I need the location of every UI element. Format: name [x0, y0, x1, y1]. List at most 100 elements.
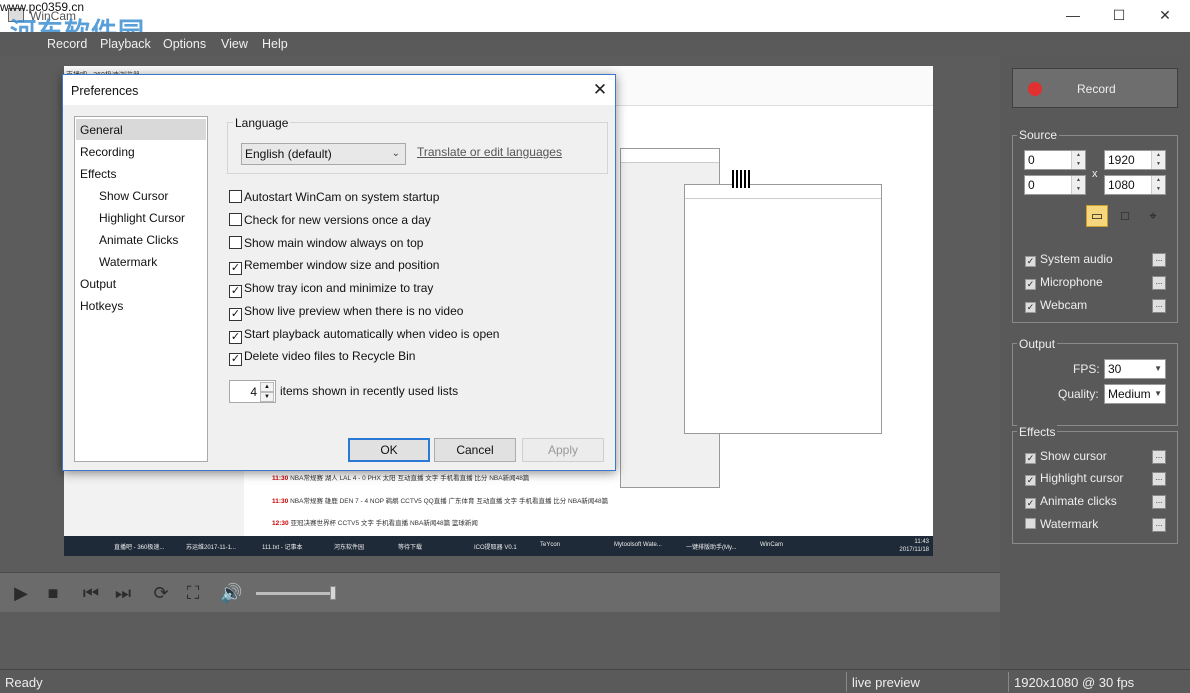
checkbox-box: ✓ — [229, 331, 242, 344]
status-text: Ready — [5, 675, 43, 690]
stop-icon[interactable]: ■ — [42, 582, 64, 604]
translate-link[interactable]: Translate or edit languages — [417, 145, 562, 159]
microphone-checkbox[interactable]: ✓ Microphone — [1025, 275, 1103, 290]
language-select[interactable]: English (default) ⌄ — [241, 143, 406, 165]
close-button[interactable]: ✕ — [1142, 4, 1188, 28]
watermark-url: www.pc0359.cn — [0, 0, 85, 14]
preview-task: 河东软件园 — [334, 545, 365, 551]
recent-count-stepper[interactable]: 4 ▲ ▼ — [229, 380, 276, 403]
spin-icon[interactable]: ▲ ▼ — [1151, 176, 1165, 194]
record-label: Record — [1077, 82, 1116, 96]
checkbox-remember-size[interactable]: ✓ Remember window size and position — [229, 258, 439, 275]
checkbox-box: ✓ — [1025, 475, 1036, 486]
nav-effects[interactable]: Effects — [80, 167, 116, 181]
highlight-cursor-checkbox[interactable]: ✓ Highlight cursor — [1025, 471, 1123, 486]
checkbox-tray-icon[interactable]: ✓ Show tray icon and minimize to tray — [229, 281, 433, 298]
animate-clicks-settings-button[interactable]: ... — [1152, 495, 1166, 509]
menu-options[interactable]: Options — [163, 37, 206, 51]
volume-slider[interactable] — [256, 592, 336, 595]
recent-count-label: items shown in recently used lists — [280, 384, 459, 398]
status-divider — [1008, 672, 1009, 692]
preview-task: 111.txt - 记事本 — [262, 545, 303, 551]
source-height-input[interactable]: 1080 ▲ ▼ — [1104, 175, 1166, 195]
source-y-input[interactable]: 0 ▲ ▼ — [1024, 175, 1086, 195]
quality-select[interactable]: Medium ▼ — [1104, 384, 1166, 404]
stepper-down-icon[interactable]: ▼ — [260, 392, 274, 402]
nav-watermark[interactable]: Watermark — [99, 255, 157, 269]
checkbox-box: ✓ — [1025, 256, 1036, 267]
loop-icon[interactable]: ⟳ — [150, 582, 172, 604]
spin-icon[interactable]: ▲ ▼ — [1151, 151, 1165, 169]
checkbox-live-preview[interactable]: ✓ Show live preview when there is no vide… — [229, 304, 463, 321]
checkbox-box: ✓ — [1025, 498, 1036, 509]
fullscreen-source-icon[interactable]: ▭ — [1086, 205, 1108, 227]
checkbox-autostart[interactable]: Autostart WinCam on system startup — [229, 190, 439, 204]
status-preview-mode: live preview — [852, 675, 920, 690]
preview-clock: 11:43 2017/11/18 — [899, 539, 929, 553]
preview-row: 12:30 亚冠决赛世界杯 CCTV5 文字 手机看直播 NBA新闻48篇 篮球… — [272, 520, 478, 527]
preview-taskbar: 直播吧 - 360极速... 苏运维2017-11-1... 111.txt -… — [64, 536, 933, 556]
volume-slider-handle[interactable] — [330, 586, 336, 600]
fps-select[interactable]: 30 ▼ — [1104, 359, 1166, 379]
nav-general[interactable]: General — [80, 123, 123, 137]
cancel-button[interactable]: Cancel — [434, 438, 516, 462]
maximize-button[interactable]: ☐ — [1096, 4, 1142, 28]
show-cursor-checkbox[interactable]: ✓ Show cursor — [1025, 449, 1107, 464]
checkbox-box — [229, 190, 242, 203]
menu-bar: Record Playback Options View Help — [0, 32, 1000, 56]
nav-show-cursor[interactable]: Show Cursor — [99, 189, 168, 203]
watermark-settings-button[interactable]: ... — [1152, 518, 1166, 532]
preview-task: 等待下载 — [398, 545, 423, 551]
window-source-icon[interactable]: □ — [1114, 205, 1136, 227]
status-bar: Ready live preview 1920x1080 @ 30 fps — [0, 669, 1190, 693]
checkbox-recycle-bin[interactable]: ✓ Delete video files to Recycle Bin — [229, 349, 415, 366]
play-icon[interactable]: ▶ — [10, 582, 32, 604]
chevron-down-icon: ⌄ — [391, 148, 400, 159]
title-bar: WinCam 河东软件园 — ☐ ✕ — [0, 0, 1190, 48]
checkbox-check-versions[interactable]: Check for new versions once a day — [229, 213, 431, 227]
record-button[interactable]: Record — [1012, 68, 1178, 108]
apply-button[interactable]: Apply — [522, 438, 604, 462]
stepper-up-icon[interactable]: ▲ — [260, 382, 274, 392]
preferences-nav: General Recording Effects Show Cursor Hi… — [74, 116, 208, 462]
skip-back-icon[interactable]: ⏮ — [80, 582, 102, 604]
source-x-input[interactable]: 0 ▲ ▼ — [1024, 150, 1086, 170]
nav-hotkeys[interactable]: Hotkeys — [80, 299, 123, 313]
menu-playback[interactable]: Playback — [100, 37, 151, 51]
menu-record[interactable]: Record — [47, 37, 87, 51]
fullscreen-icon[interactable]: ⛶ — [182, 582, 204, 604]
menu-help[interactable]: Help — [262, 37, 288, 51]
system-audio-checkbox[interactable]: ✓ System audio — [1025, 252, 1113, 267]
nav-highlight-cursor[interactable]: Highlight Cursor — [99, 211, 185, 225]
microphone-settings-button[interactable]: ... — [1152, 276, 1166, 290]
empty-area — [0, 612, 1000, 669]
quality-label: Quality: — [1058, 387, 1099, 401]
source-width-input[interactable]: 1920 ▲ ▼ — [1104, 150, 1166, 170]
ok-button[interactable]: OK — [348, 438, 430, 462]
skip-forward-icon[interactable]: ⏭ — [112, 582, 134, 604]
highlight-cursor-settings-button[interactable]: ... — [1152, 472, 1166, 486]
system-audio-settings-button[interactable]: ... — [1152, 253, 1166, 267]
checkbox-box: ✓ — [229, 262, 242, 275]
checkbox-autoplay[interactable]: ✓ Start playback automatically when video… — [229, 327, 499, 344]
webcam-checkbox[interactable]: ✓ Webcam — [1025, 298, 1087, 313]
spin-icon[interactable]: ▲ ▼ — [1071, 151, 1085, 169]
minimize-button[interactable]: — — [1050, 4, 1096, 28]
playback-controls: ▶ ■ ⏮ ⏭ ⟳ ⛶ 🔊 — [0, 572, 1000, 612]
dialog-close-icon[interactable]: ✕ — [589, 79, 611, 101]
nav-output[interactable]: Output — [80, 277, 116, 291]
webcam-settings-button[interactable]: ... — [1152, 299, 1166, 313]
preview-task: Mytoolsoft Wate... — [614, 542, 662, 548]
watermark-checkbox[interactable]: Watermark — [1025, 517, 1098, 531]
preview-qr-code — [732, 170, 750, 188]
nav-animate-clicks[interactable]: Animate Clicks — [99, 233, 178, 247]
crop-region-icon[interactable]: ⌖ — [1142, 205, 1164, 227]
nav-recording[interactable]: Recording — [80, 145, 135, 159]
checkbox-always-on-top[interactable]: Show main window always on top — [229, 236, 423, 250]
animate-clicks-checkbox[interactable]: ✓ Animate clicks — [1025, 494, 1117, 509]
spin-icon[interactable]: ▲ ▼ — [1071, 176, 1085, 194]
checkbox-box: ✓ — [229, 285, 242, 298]
show-cursor-settings-button[interactable]: ... — [1152, 450, 1166, 464]
menu-view[interactable]: View — [221, 37, 248, 51]
volume-icon[interactable]: 🔊 — [220, 582, 242, 604]
